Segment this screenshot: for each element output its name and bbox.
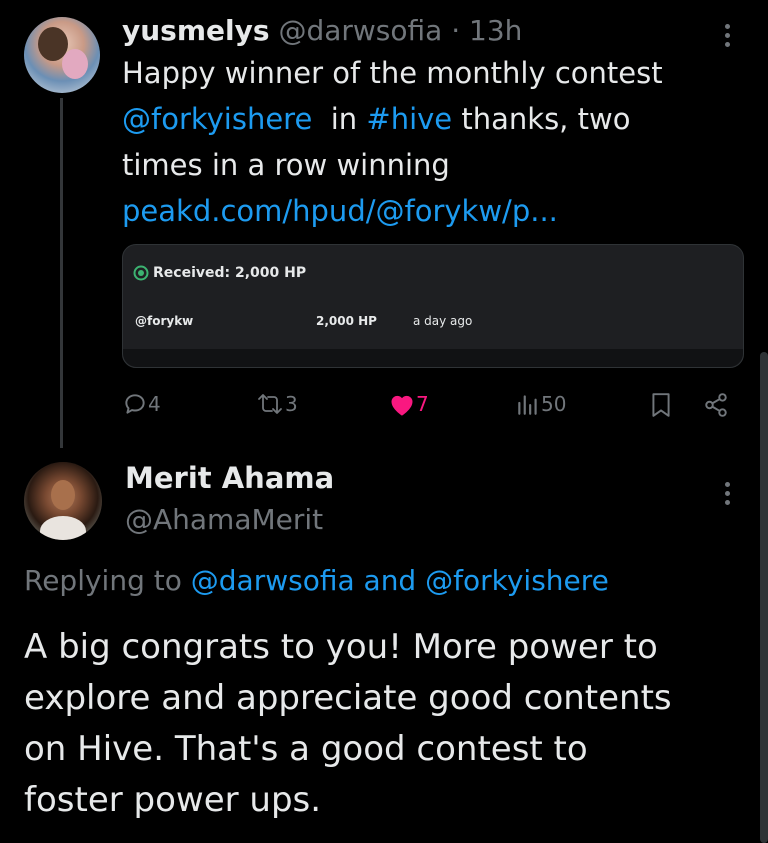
- card-title-row: Received: 2,000 HP: [133, 265, 306, 281]
- tweet-text-line: explore and appreciate good contents: [24, 678, 672, 718]
- retweet-count: 3: [285, 392, 298, 416]
- card-title: Received: 2,000 HP: [153, 265, 307, 281]
- tweet-text-line: Happy winner of the monthly contest: [122, 56, 663, 90]
- check-circle-icon: [133, 265, 149, 281]
- card-user: @forykw: [135, 314, 194, 328]
- avatar-face: [51, 480, 75, 510]
- link-preview-card[interactable]: Received: 2,000 HP @forykw 2,000 HP a da…: [122, 244, 744, 368]
- replying-prefix: Replying to: [24, 564, 182, 597]
- display-name[interactable]: yusmelys: [122, 14, 270, 47]
- url-link[interactable]: peakd.com/hpud/@forykw/p...: [122, 188, 742, 234]
- handle[interactable]: @AhamaMerit: [125, 502, 323, 538]
- handle[interactable]: @darwsofia: [278, 14, 442, 47]
- views-button[interactable]: 50: [515, 391, 566, 417]
- heart-filled-icon: [391, 395, 413, 416]
- separator: ·: [451, 14, 461, 47]
- replying-and: and: [363, 564, 417, 597]
- card-footer: [123, 349, 743, 367]
- card-amount: 2,000 HP: [316, 314, 377, 328]
- avatar-figure: [62, 49, 88, 79]
- retweet-icon: [258, 394, 282, 414]
- share-button[interactable]: [702, 392, 730, 418]
- mention-link[interactable]: @darwsofia: [191, 564, 355, 597]
- views-count: 50: [541, 392, 567, 416]
- avatar[interactable]: [24, 17, 100, 93]
- tweet-actions: 4 3 7 50: [122, 389, 742, 423]
- display-name[interactable]: Merit Ahama: [125, 460, 334, 496]
- bookmark-button[interactable]: [649, 392, 673, 418]
- share-icon: [705, 393, 727, 417]
- mention-link[interactable]: @forkyishere: [122, 102, 312, 136]
- scrollbar[interactable]: [760, 352, 768, 843]
- like-button[interactable]: 7: [388, 391, 429, 417]
- hashtag-link[interactable]: #hive: [366, 102, 452, 136]
- avatar[interactable]: [24, 462, 102, 540]
- replying-to: Replying to @darwsofia and @forkyishere: [24, 562, 609, 600]
- tweet-text-line: on Hive. That's a good contest to: [24, 729, 588, 769]
- reply-button[interactable]: 4: [122, 391, 161, 417]
- tweet-text-line: @forkyishere in #hive thanks, two: [122, 96, 742, 142]
- retweet-button[interactable]: 3: [255, 391, 298, 417]
- avatar-shoulders: [40, 516, 86, 540]
- more-options-icon[interactable]: [725, 24, 731, 51]
- timestamp[interactable]: 13h: [469, 14, 522, 47]
- mention-link[interactable]: @forkyishere: [425, 564, 609, 597]
- tweet-text-word: in: [330, 102, 358, 136]
- like-count: 7: [416, 392, 429, 416]
- tweet-text: A big congrats to you! More power to exp…: [24, 622, 764, 826]
- card-time: a day ago: [413, 314, 473, 328]
- tweet-text-line: times in a row winning: [122, 148, 450, 182]
- tweet-text-line: A big congrats to you! More power to: [24, 627, 658, 667]
- bar-chart-icon: [518, 395, 537, 415]
- tweet-text-word: thanks, two: [461, 102, 631, 136]
- tweet-header: yusmelys @darwsofia · 13h: [122, 13, 522, 49]
- tweet-text: Happy winner of the monthly contest @for…: [122, 50, 742, 234]
- thread-connector-line: [60, 98, 63, 448]
- reply-icon: [125, 394, 145, 414]
- tweet-text-line: foster power ups.: [24, 780, 322, 820]
- reply-count: 4: [148, 392, 161, 416]
- more-options-icon[interactable]: [725, 482, 731, 509]
- bookmark-icon: [652, 393, 670, 417]
